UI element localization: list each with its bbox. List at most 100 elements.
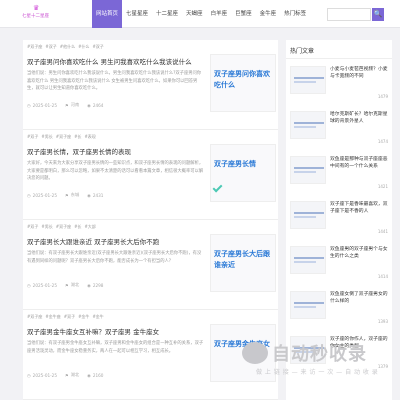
nav-scorpio[interactable]: 天蝎座 (182, 0, 207, 28)
post-excerpt: 大家好，今天来为大家分享双子座男长情的一些知识点，和双子座男长情的表现的问题解析… (27, 161, 204, 181)
watermark-subtitle: 做 上 链 接 — 来 访 一 次 — 自 动 收 录 (256, 369, 379, 376)
site-logo[interactable]: ♛ 七星十二星座 (22, 4, 54, 24)
tag-link[interactable]: #金牛 (78, 314, 89, 320)
nav-twelve-signs[interactable]: 十二星座 (152, 0, 182, 28)
post-list: #双子座 #双子 #他什么 #什么 #双子 双子座男问你喜欢吃什么 男生问我喜欢… (23, 40, 278, 400)
sidebar-item-title[interactable]: 哈尔克斯矿长？哈尔克斯星球的背景外星人 (330, 111, 390, 133)
sidebar-item-views: 1479 (377, 94, 388, 99)
tag-link[interactable]: #双子 (92, 44, 103, 50)
watermark-logo-icon (242, 342, 268, 364)
post-title[interactable]: 双子座男金牛座女互补嘛？双子座男 金牛座女 (27, 326, 217, 336)
post-tags: #双子座 #双子 #他什么 #什么 #双子 (27, 44, 104, 50)
check-icon (212, 182, 223, 193)
tag-link[interactable]: #长 (74, 134, 81, 140)
post-views: ◉ 2431 (87, 192, 104, 198)
nav-cancer[interactable]: 巨蟹座 (231, 0, 256, 28)
post-title[interactable]: 双子座男问你喜欢吃什么 男生问我喜欢吃什么我该说什么 (27, 56, 217, 66)
sidebar-item[interactable]: 双鱼座男的双子座男个与女生的什么之类 1414 (290, 246, 390, 284)
tag-link[interactable]: #长 (74, 224, 81, 230)
post-title[interactable]: 双子座男长情，双子座男长情的表现 (27, 146, 217, 156)
tag-link[interactable]: #男长 (41, 224, 52, 230)
sidebar-thumbnail[interactable] (290, 156, 326, 184)
tag-link[interactable]: #男长 (41, 134, 52, 140)
post-item[interactable]: #双子 #男长 #双子座 #长 #表现 双子座男长情，双子座男长情的表现 大家好… (23, 130, 278, 220)
post-author: ⚑ 河南 (65, 102, 80, 108)
tag-link[interactable]: #双子 (64, 314, 75, 320)
watermark: 自动秒收录 做 上 链 接 — 来 访 一 次 — 自 动 收 录 (242, 340, 392, 382)
tag-link[interactable]: #表现 (84, 134, 95, 140)
tag-link[interactable]: #双子座 (27, 44, 42, 50)
post-date: ◷ 2025-01-25 (27, 282, 57, 288)
site-header: ♛ 七星十二星座 网站首页 七星星座 十二星座 天蝎座 白羊座 巨蟹座 金牛座 … (0, 0, 400, 28)
sidebar-thumbnail[interactable] (290, 246, 326, 274)
nav-hot-tags[interactable]: 热门标签 (280, 0, 310, 28)
watermark-title: 自动秒收录 (272, 344, 367, 365)
thumbnail-text: 双子座男长情 (214, 160, 256, 168)
post-item[interactable]: #双子 #男长 #双子座 #长 #大部 双子座男长大跟谁亲近 双子座男长大后你不… (23, 220, 278, 310)
logo-text: 七星十二星座 (22, 14, 49, 19)
sidebar-thumbnail[interactable] (290, 291, 326, 319)
post-excerpt: 当他们说：有双子座男金牛座女互补嘛，双子座男和金牛座女的组合是一种互补的关系，双… (27, 341, 204, 354)
sidebar-item-views: 1393 (377, 319, 388, 324)
tag-link[interactable]: #金牛 (92, 314, 103, 320)
post-title[interactable]: 双子座男长大跟谁亲近 双子座男长大后你不跑 (27, 236, 217, 246)
tag-link[interactable]: #什么 (78, 44, 89, 50)
sidebar-item-views: 1474 (377, 139, 388, 144)
sidebar-item-title[interactable]: 小麦与小麦苞芭视频？小麦与卡宽频的不同 (330, 66, 390, 88)
tag-link[interactable]: #双子 (45, 44, 56, 50)
post-date: ◷ 2025-01-25 (27, 192, 57, 198)
sidebar-item[interactable]: 双鱼座女倒了双子座男女的什么样的 1393 (290, 291, 390, 329)
thumbnail-text: 双子座男长大后跟谁亲近 (214, 250, 270, 269)
post-tags: #双子座 #金牛座 #双子 #金牛 #金牛 (27, 314, 104, 320)
sidebar-item[interactable]: 小麦与小麦苞芭视频？小麦与卡宽频的不同 1479 (290, 66, 390, 104)
nav-home[interactable]: 网站首页 (92, 0, 123, 28)
tag-link[interactable]: #双子 (27, 134, 38, 140)
search-button[interactable]: 🔍 (372, 8, 384, 21)
nav-aries[interactable]: 白羊座 (207, 0, 232, 28)
nav-seven-star[interactable]: 七星星座 (122, 0, 152, 28)
sidebar-title: 热门文章 (290, 48, 315, 55)
post-views: ◉ 2464 (87, 102, 104, 108)
tag-link[interactable]: #双子座 (27, 314, 42, 320)
search-input[interactable] (327, 8, 371, 21)
sidebar-item[interactable]: 双鱼座是那种与双子座座恶中间有的一个什么关系 1421 (290, 156, 390, 194)
tag-link[interactable]: #双子座 (56, 134, 71, 140)
post-excerpt: 当他们说：有双子座男长大跟谁亲近(双子座男长大跟谁亲近)(双子座男长大后你不跑)… (27, 251, 202, 264)
tag-link[interactable]: #双子 (27, 224, 38, 230)
main-nav: 网站首页 七星星座 十二星座 天蝎座 白羊座 巨蟹座 金牛座 热门标签 (92, 0, 310, 28)
post-item[interactable]: #双子座 #金牛座 #双子 #金牛 #金牛 双子座男金牛座女互补嘛？双子座男 金… (23, 310, 278, 400)
tag-link[interactable]: #大部 (84, 224, 95, 230)
post-thumbnail[interactable]: 双子座男问你喜欢吃什么 (210, 54, 276, 112)
sidebar-item-views: 1441 (377, 229, 388, 234)
post-meta: ◷ 2025-01-25 ⚑ 湖北 ◉ 2160 (27, 372, 103, 378)
post-meta: ◷ 2025-01-25 ⚑ 东城 ◉ 2431 (27, 192, 103, 198)
post-excerpt: 当他们说：男生问你喜欢吃什么我该说什么，男生问我喜欢吃什么我该说什么?双子座男问… (27, 71, 202, 91)
sidebar-item[interactable]: 哈尔克斯矿长？哈尔克斯星球的背景外星人 1474 (290, 111, 390, 149)
tag-link[interactable]: #金牛座 (45, 314, 60, 320)
thumbnail-text: 双子座男问你喜欢吃什么 (214, 70, 270, 89)
sidebar-item-title[interactable]: 双鱼座是那种与双子座座恶中间有的一个什么关系 (330, 156, 390, 178)
sidebar-item-title[interactable]: 双子座下是香味最喜欢，双子座下是不香的人 (330, 201, 390, 223)
post-thumbnail[interactable]: 双子座男长大后跟谁亲近 (210, 234, 276, 292)
tag-link[interactable]: #双子座 (56, 224, 71, 230)
crown-icon: ♛ (33, 4, 40, 12)
tag-link[interactable]: #他什么 (60, 44, 75, 50)
sidebar-item-title[interactable]: 双鱼座女倒了双子座男女的什么样的 (330, 291, 390, 313)
sidebar-item[interactable]: 双子座下是香味最喜欢，双子座下是不香的人 1441 (290, 201, 390, 239)
search-icon: 🔍 (373, 10, 383, 18)
post-tags: #双子 #男长 #双子座 #长 #大部 (27, 224, 96, 230)
sidebar-thumbnail[interactable] (290, 111, 326, 139)
sidebar-thumbnail[interactable] (290, 66, 326, 94)
post-tags: #双子 #男长 #双子座 #长 #表现 (27, 134, 96, 140)
post-thumbnail[interactable]: 双子座男长情 (210, 144, 276, 202)
post-meta: ◷ 2025-01-25 ⚑ 湖北 ◉ 2298 (27, 282, 103, 288)
sidebar-item-views: 1414 (377, 274, 388, 279)
post-author: ⚑ 湖北 (65, 372, 80, 378)
sidebar-item-title[interactable]: 双鱼座男的双子座男个与女生的什么之类 (330, 246, 390, 268)
divider (286, 58, 392, 59)
post-date: ◷ 2025-01-25 (27, 372, 57, 378)
sidebar-item-views: 1421 (377, 184, 388, 189)
nav-taurus[interactable]: 金牛座 (256, 0, 281, 28)
post-item[interactable]: #双子座 #双子 #他什么 #什么 #双子 双子座男问你喜欢吃什么 男生问我喜欢… (23, 40, 278, 130)
sidebar-thumbnail[interactable] (290, 201, 326, 229)
